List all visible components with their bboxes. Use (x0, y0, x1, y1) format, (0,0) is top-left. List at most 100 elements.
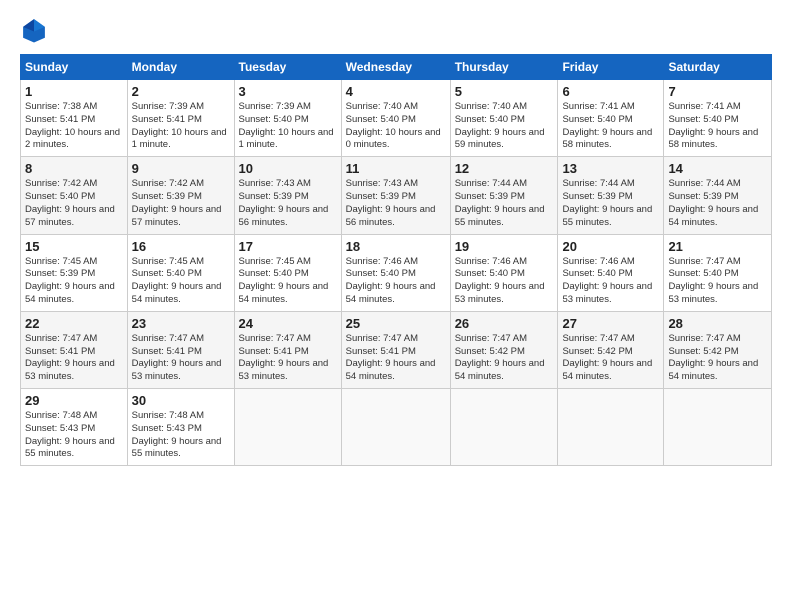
day-number: 8 (25, 161, 123, 176)
day-detail: Sunrise: 7:45 AMSunset: 5:40 PMDaylight:… (132, 256, 222, 305)
day-cell: 18 Sunrise: 7:46 AMSunset: 5:40 PMDaylig… (341, 234, 450, 311)
day-cell: 15 Sunrise: 7:45 AMSunset: 5:39 PMDaylig… (21, 234, 128, 311)
day-detail: Sunrise: 7:42 AMSunset: 5:39 PMDaylight:… (132, 178, 222, 227)
day-number: 5 (455, 84, 554, 99)
day-number: 2 (132, 84, 230, 99)
day-cell: 23 Sunrise: 7:47 AMSunset: 5:41 PMDaylig… (127, 311, 234, 388)
day-number: 28 (668, 316, 767, 331)
day-cell: 16 Sunrise: 7:45 AMSunset: 5:40 PMDaylig… (127, 234, 234, 311)
day-number: 4 (346, 84, 446, 99)
day-detail: Sunrise: 7:48 AMSunset: 5:43 PMDaylight:… (25, 410, 115, 459)
col-tuesday: Tuesday (234, 55, 341, 80)
day-number: 30 (132, 393, 230, 408)
day-detail: Sunrise: 7:40 AMSunset: 5:40 PMDaylight:… (346, 101, 441, 150)
day-cell: 9 Sunrise: 7:42 AMSunset: 5:39 PMDayligh… (127, 157, 234, 234)
col-thursday: Thursday (450, 55, 558, 80)
day-cell: 29 Sunrise: 7:48 AMSunset: 5:43 PMDaylig… (21, 389, 128, 466)
day-cell (234, 389, 341, 466)
logo (20, 16, 52, 44)
day-detail: Sunrise: 7:44 AMSunset: 5:39 PMDaylight:… (455, 178, 545, 227)
day-cell (558, 389, 664, 466)
header (20, 16, 772, 44)
day-detail: Sunrise: 7:38 AMSunset: 5:41 PMDaylight:… (25, 101, 120, 150)
day-detail: Sunrise: 7:43 AMSunset: 5:39 PMDaylight:… (346, 178, 436, 227)
day-number: 27 (562, 316, 659, 331)
day-detail: Sunrise: 7:41 AMSunset: 5:40 PMDaylight:… (562, 101, 652, 150)
day-number: 21 (668, 239, 767, 254)
day-cell: 21 Sunrise: 7:47 AMSunset: 5:40 PMDaylig… (664, 234, 772, 311)
day-detail: Sunrise: 7:46 AMSunset: 5:40 PMDaylight:… (346, 256, 436, 305)
day-cell: 24 Sunrise: 7:47 AMSunset: 5:41 PMDaylig… (234, 311, 341, 388)
day-number: 7 (668, 84, 767, 99)
day-cell (450, 389, 558, 466)
day-number: 23 (132, 316, 230, 331)
day-number: 17 (239, 239, 337, 254)
day-cell: 7 Sunrise: 7:41 AMSunset: 5:40 PMDayligh… (664, 80, 772, 157)
day-cell: 27 Sunrise: 7:47 AMSunset: 5:42 PMDaylig… (558, 311, 664, 388)
day-number: 20 (562, 239, 659, 254)
day-cell: 22 Sunrise: 7:47 AMSunset: 5:41 PMDaylig… (21, 311, 128, 388)
calendar-table: Sunday Monday Tuesday Wednesday Thursday… (20, 54, 772, 466)
day-number: 1 (25, 84, 123, 99)
day-number: 13 (562, 161, 659, 176)
week-row-4: 22 Sunrise: 7:47 AMSunset: 5:41 PMDaylig… (21, 311, 772, 388)
day-number: 16 (132, 239, 230, 254)
week-row-2: 8 Sunrise: 7:42 AMSunset: 5:40 PMDayligh… (21, 157, 772, 234)
day-number: 3 (239, 84, 337, 99)
col-monday: Monday (127, 55, 234, 80)
col-wednesday: Wednesday (341, 55, 450, 80)
day-detail: Sunrise: 7:39 AMSunset: 5:40 PMDaylight:… (239, 101, 334, 150)
week-row-3: 15 Sunrise: 7:45 AMSunset: 5:39 PMDaylig… (21, 234, 772, 311)
day-cell: 17 Sunrise: 7:45 AMSunset: 5:40 PMDaylig… (234, 234, 341, 311)
col-sunday: Sunday (21, 55, 128, 80)
day-number: 25 (346, 316, 446, 331)
day-cell: 28 Sunrise: 7:47 AMSunset: 5:42 PMDaylig… (664, 311, 772, 388)
day-detail: Sunrise: 7:44 AMSunset: 5:39 PMDaylight:… (562, 178, 652, 227)
day-number: 9 (132, 161, 230, 176)
day-detail: Sunrise: 7:47 AMSunset: 5:42 PMDaylight:… (562, 333, 652, 382)
day-cell (341, 389, 450, 466)
day-cell: 3 Sunrise: 7:39 AMSunset: 5:40 PMDayligh… (234, 80, 341, 157)
page: Sunday Monday Tuesday Wednesday Thursday… (0, 0, 792, 476)
day-detail: Sunrise: 7:44 AMSunset: 5:39 PMDaylight:… (668, 178, 758, 227)
day-number: 14 (668, 161, 767, 176)
day-detail: Sunrise: 7:45 AMSunset: 5:39 PMDaylight:… (25, 256, 115, 305)
day-number: 29 (25, 393, 123, 408)
day-cell: 13 Sunrise: 7:44 AMSunset: 5:39 PMDaylig… (558, 157, 664, 234)
day-cell: 14 Sunrise: 7:44 AMSunset: 5:39 PMDaylig… (664, 157, 772, 234)
day-detail: Sunrise: 7:45 AMSunset: 5:40 PMDaylight:… (239, 256, 329, 305)
day-detail: Sunrise: 7:47 AMSunset: 5:41 PMDaylight:… (346, 333, 436, 382)
day-cell: 26 Sunrise: 7:47 AMSunset: 5:42 PMDaylig… (450, 311, 558, 388)
day-cell: 5 Sunrise: 7:40 AMSunset: 5:40 PMDayligh… (450, 80, 558, 157)
day-number: 18 (346, 239, 446, 254)
day-detail: Sunrise: 7:47 AMSunset: 5:41 PMDaylight:… (25, 333, 115, 382)
day-cell: 2 Sunrise: 7:39 AMSunset: 5:41 PMDayligh… (127, 80, 234, 157)
day-number: 11 (346, 161, 446, 176)
day-cell (664, 389, 772, 466)
day-detail: Sunrise: 7:47 AMSunset: 5:41 PMDaylight:… (239, 333, 329, 382)
day-detail: Sunrise: 7:47 AMSunset: 5:42 PMDaylight:… (455, 333, 545, 382)
day-cell: 19 Sunrise: 7:46 AMSunset: 5:40 PMDaylig… (450, 234, 558, 311)
col-friday: Friday (558, 55, 664, 80)
day-cell: 11 Sunrise: 7:43 AMSunset: 5:39 PMDaylig… (341, 157, 450, 234)
day-cell: 25 Sunrise: 7:47 AMSunset: 5:41 PMDaylig… (341, 311, 450, 388)
day-cell: 30 Sunrise: 7:48 AMSunset: 5:43 PMDaylig… (127, 389, 234, 466)
day-number: 26 (455, 316, 554, 331)
day-number: 6 (562, 84, 659, 99)
day-detail: Sunrise: 7:41 AMSunset: 5:40 PMDaylight:… (668, 101, 758, 150)
day-number: 24 (239, 316, 337, 331)
day-cell: 20 Sunrise: 7:46 AMSunset: 5:40 PMDaylig… (558, 234, 664, 311)
day-number: 15 (25, 239, 123, 254)
day-detail: Sunrise: 7:46 AMSunset: 5:40 PMDaylight:… (455, 256, 545, 305)
day-cell: 12 Sunrise: 7:44 AMSunset: 5:39 PMDaylig… (450, 157, 558, 234)
header-row: Sunday Monday Tuesday Wednesday Thursday… (21, 55, 772, 80)
logo-icon (20, 16, 48, 44)
day-cell: 6 Sunrise: 7:41 AMSunset: 5:40 PMDayligh… (558, 80, 664, 157)
day-cell: 4 Sunrise: 7:40 AMSunset: 5:40 PMDayligh… (341, 80, 450, 157)
day-number: 19 (455, 239, 554, 254)
day-detail: Sunrise: 7:47 AMSunset: 5:42 PMDaylight:… (668, 333, 758, 382)
week-row-1: 1 Sunrise: 7:38 AMSunset: 5:41 PMDayligh… (21, 80, 772, 157)
day-cell: 10 Sunrise: 7:43 AMSunset: 5:39 PMDaylig… (234, 157, 341, 234)
day-detail: Sunrise: 7:48 AMSunset: 5:43 PMDaylight:… (132, 410, 222, 459)
day-cell: 8 Sunrise: 7:42 AMSunset: 5:40 PMDayligh… (21, 157, 128, 234)
